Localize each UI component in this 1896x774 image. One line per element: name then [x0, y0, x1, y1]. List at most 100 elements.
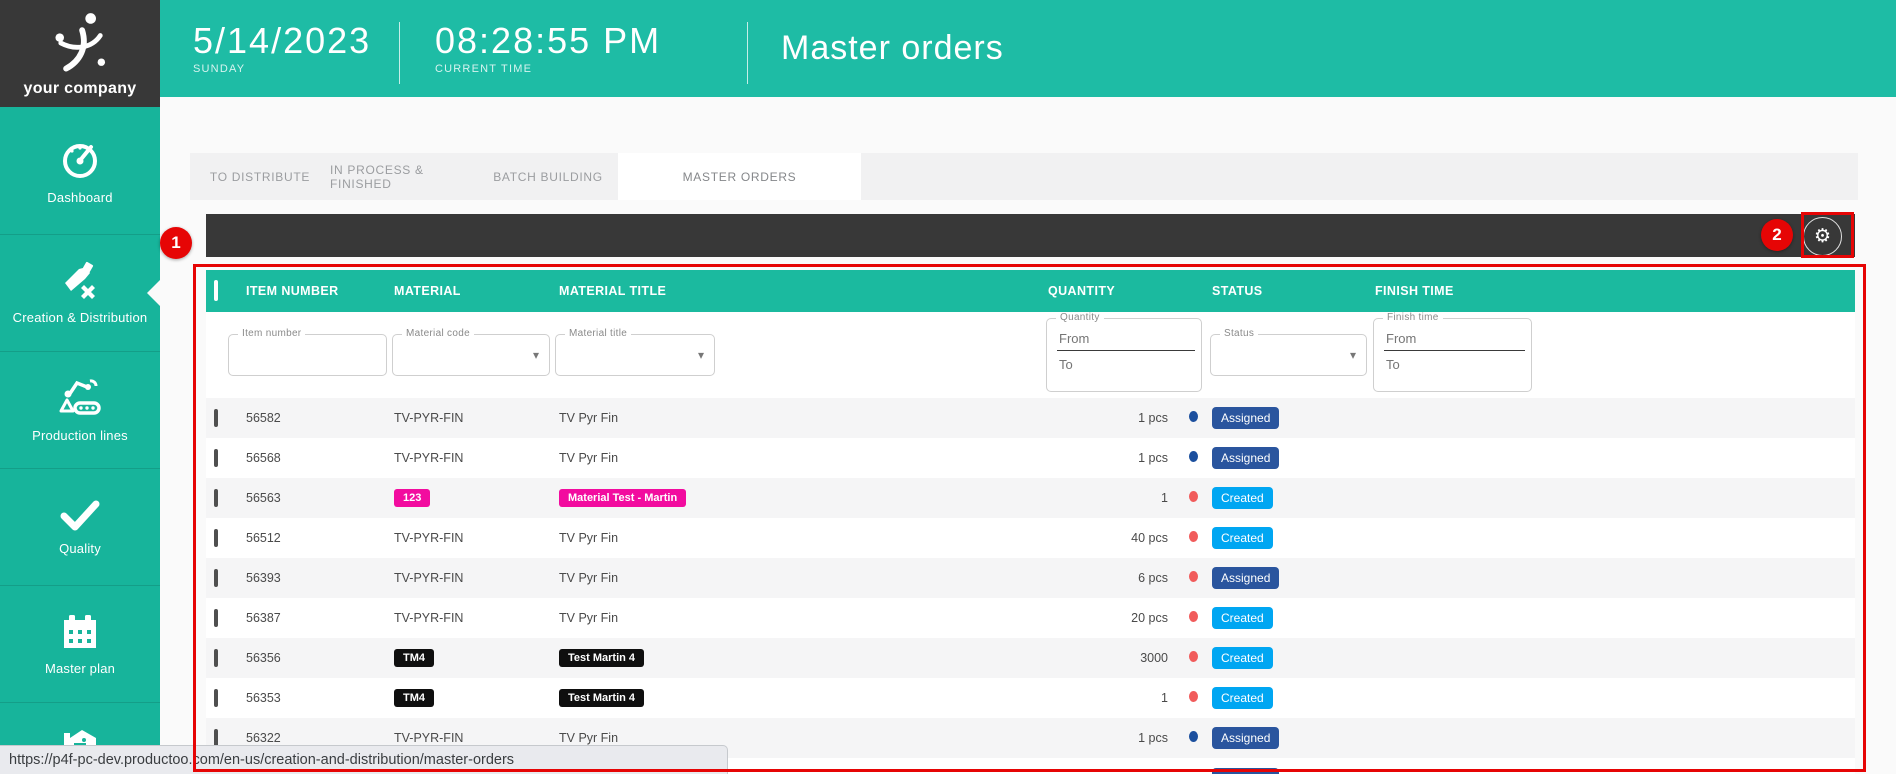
item-number-cell: 56356 — [246, 651, 394, 665]
quantity-cell: 6 pcs — [1048, 571, 1172, 585]
status-badge: Created — [1212, 687, 1273, 709]
company-logo[interactable]: your company — [0, 0, 160, 107]
top-header: 5/14/2023 SUNDAY 08:28:55 PM CURRENT TIM… — [0, 0, 1896, 97]
quantity-cell: 3000 — [1048, 651, 1172, 665]
finish-time-from-input[interactable] — [1384, 330, 1525, 351]
material-title-badge: Test Martin 4 — [559, 649, 644, 667]
status-dot — [1189, 411, 1198, 422]
filter-label: Material title — [565, 328, 631, 339]
filter-label: Material code — [402, 328, 474, 339]
quantity-cell: 1 — [1048, 491, 1172, 505]
quantity-cell: 1 — [1048, 691, 1172, 705]
chevron-down-icon[interactable]: ▾ — [698, 348, 704, 362]
item-number-cell: 56582 — [246, 411, 394, 425]
status-badge: Assigned — [1212, 447, 1279, 469]
current-date: 5/14/2023 — [193, 22, 399, 60]
table-row: 56568TV-PYR-FINTV Pyr Fin1 pcsAssigned — [206, 438, 1855, 478]
column-header-finish-time[interactable]: FINISH TIME — [1375, 284, 1855, 298]
sidebar-item-master-plan[interactable]: Master plan — [0, 586, 160, 703]
row-checkbox[interactable] — [214, 489, 218, 507]
material-title-badge: Material Test - Martin — [559, 489, 686, 507]
tab-master-orders[interactable]: MASTER ORDERS — [618, 153, 861, 200]
table-row: 56387TV-PYR-FINTV Pyr Fin20 pcsCreated — [206, 598, 1855, 638]
column-header-material[interactable]: MATERIAL — [394, 284, 559, 298]
settings-button[interactable]: ⚙ — [1803, 217, 1842, 256]
column-header-quantity[interactable]: QUANTITY — [1048, 284, 1172, 298]
column-header-item-number[interactable]: ITEM NUMBER — [246, 284, 394, 298]
material-cell: TV-PYR-FIN — [394, 531, 463, 545]
row-checkbox[interactable] — [214, 409, 218, 427]
item-number-cell: 56353 — [246, 691, 394, 705]
material-title-cell: TV Pyr Fin — [559, 451, 618, 465]
select-all-checkbox[interactable] — [214, 280, 218, 301]
material-cell: TV-PYR-FIN — [394, 571, 463, 585]
material-badge: 123 — [394, 489, 430, 507]
sidebar-item-creation-distribution[interactable]: Creation & Distribution — [0, 235, 160, 352]
status-badge: Assigned — [1212, 567, 1279, 589]
item-number-cell: 56512 — [246, 531, 394, 545]
item-number-cell: 56393 — [246, 571, 394, 585]
gauge-icon — [58, 137, 102, 181]
quantity-cell: 1 pcs — [1048, 451, 1172, 465]
calendar-icon — [60, 612, 100, 652]
table-row: 56393TV-PYR-FINTV Pyr Fin6 pcsAssigned — [206, 558, 1855, 598]
sidebar-item-label: Creation & Distribution — [13, 310, 148, 325]
status-dot — [1189, 611, 1198, 622]
material-title-badge: Test Martin 4 — [559, 689, 644, 707]
finish-time-to-input[interactable] — [1384, 356, 1525, 373]
status-dot — [1189, 451, 1198, 462]
filter-label: Item number — [238, 328, 305, 339]
material-title-filter[interactable]: Material title ▾ — [555, 334, 715, 376]
header-date-block: 5/14/2023 SUNDAY — [193, 0, 399, 97]
table-toolbar: ⚙ — [206, 214, 1855, 257]
material-badge: TM4 — [394, 689, 434, 707]
sidebar-item-production-lines[interactable]: Production lines — [0, 352, 160, 469]
item-number-input[interactable] — [229, 335, 406, 370]
finish-time-filter[interactable]: Finish time — [1373, 318, 1532, 392]
table-header: ITEM NUMBER MATERIAL MATERIAL TITLE QUAN… — [206, 270, 1855, 312]
current-day: SUNDAY — [193, 63, 399, 75]
row-checkbox[interactable] — [214, 529, 218, 547]
quantity-from-input[interactable] — [1057, 330, 1195, 351]
status-badge: Assigned — [1212, 407, 1279, 429]
chevron-down-icon[interactable]: ▾ — [1350, 348, 1356, 362]
row-checkbox[interactable] — [214, 649, 218, 667]
tab-batch-building[interactable]: BATCH BUILDING — [478, 153, 618, 200]
item-number-filter[interactable]: Item number — [228, 334, 387, 376]
item-number-cell: 56387 — [246, 611, 394, 625]
tab-in-process-finished[interactable]: IN PROCESS & FINISHED — [330, 153, 478, 200]
material-cell: TV-PYR-FIN — [394, 611, 463, 625]
material-code-filter[interactable]: Material code ▾ — [392, 334, 550, 376]
filter-row: Item number Material code ▾ Material tit… — [206, 312, 1855, 398]
status-filter[interactable]: Status ▾ — [1210, 334, 1367, 376]
chevron-down-icon[interactable]: ▾ — [533, 348, 539, 362]
material-title-cell: TV Pyr Fin — [559, 731, 618, 745]
quantity-cell: 40 pcs — [1048, 531, 1172, 545]
production-line-icon — [57, 377, 103, 419]
sidebar-item-quality[interactable]: Quality — [0, 469, 160, 586]
row-checkbox[interactable] — [214, 449, 218, 467]
quantity-filter[interactable]: Quantity — [1046, 318, 1202, 392]
status-dot — [1189, 731, 1198, 742]
status-badge: Assigned — [1212, 768, 1279, 774]
browser-status-url: https://p4f-pc-dev.productoo.com/en-us/c… — [0, 745, 728, 774]
quantity-to-input[interactable] — [1057, 356, 1195, 373]
sidebar-item-label: Dashboard — [47, 190, 112, 205]
column-header-material-title[interactable]: MATERIAL TITLE — [559, 284, 1048, 298]
annotation-circle-1: 1 — [160, 227, 192, 259]
quantity-cell: 20 pcs — [1048, 611, 1172, 625]
sidebar-nav: Dashboard Creation & Distribution — [0, 107, 160, 774]
row-checkbox[interactable] — [214, 689, 218, 707]
tab-to-distribute[interactable]: TO DISTRIBUTE — [190, 153, 330, 200]
sidebar-item-label: Production lines — [32, 428, 128, 443]
column-header-status[interactable]: STATUS — [1212, 284, 1375, 298]
table-row: 56353TM4 Test Martin 4 1 Created — [206, 678, 1855, 718]
row-checkbox[interactable] — [214, 569, 218, 587]
item-number-cell: 56568 — [246, 451, 394, 465]
material-cell: TV-PYR-FIN — [394, 731, 463, 745]
row-checkbox[interactable] — [214, 609, 218, 627]
status-badge: Assigned — [1212, 727, 1279, 749]
sidebar-item-dashboard[interactable]: Dashboard — [0, 107, 160, 235]
app-window: 5/14/2023 SUNDAY 08:28:55 PM CURRENT TIM… — [0, 0, 1896, 774]
header-divider — [399, 22, 400, 84]
